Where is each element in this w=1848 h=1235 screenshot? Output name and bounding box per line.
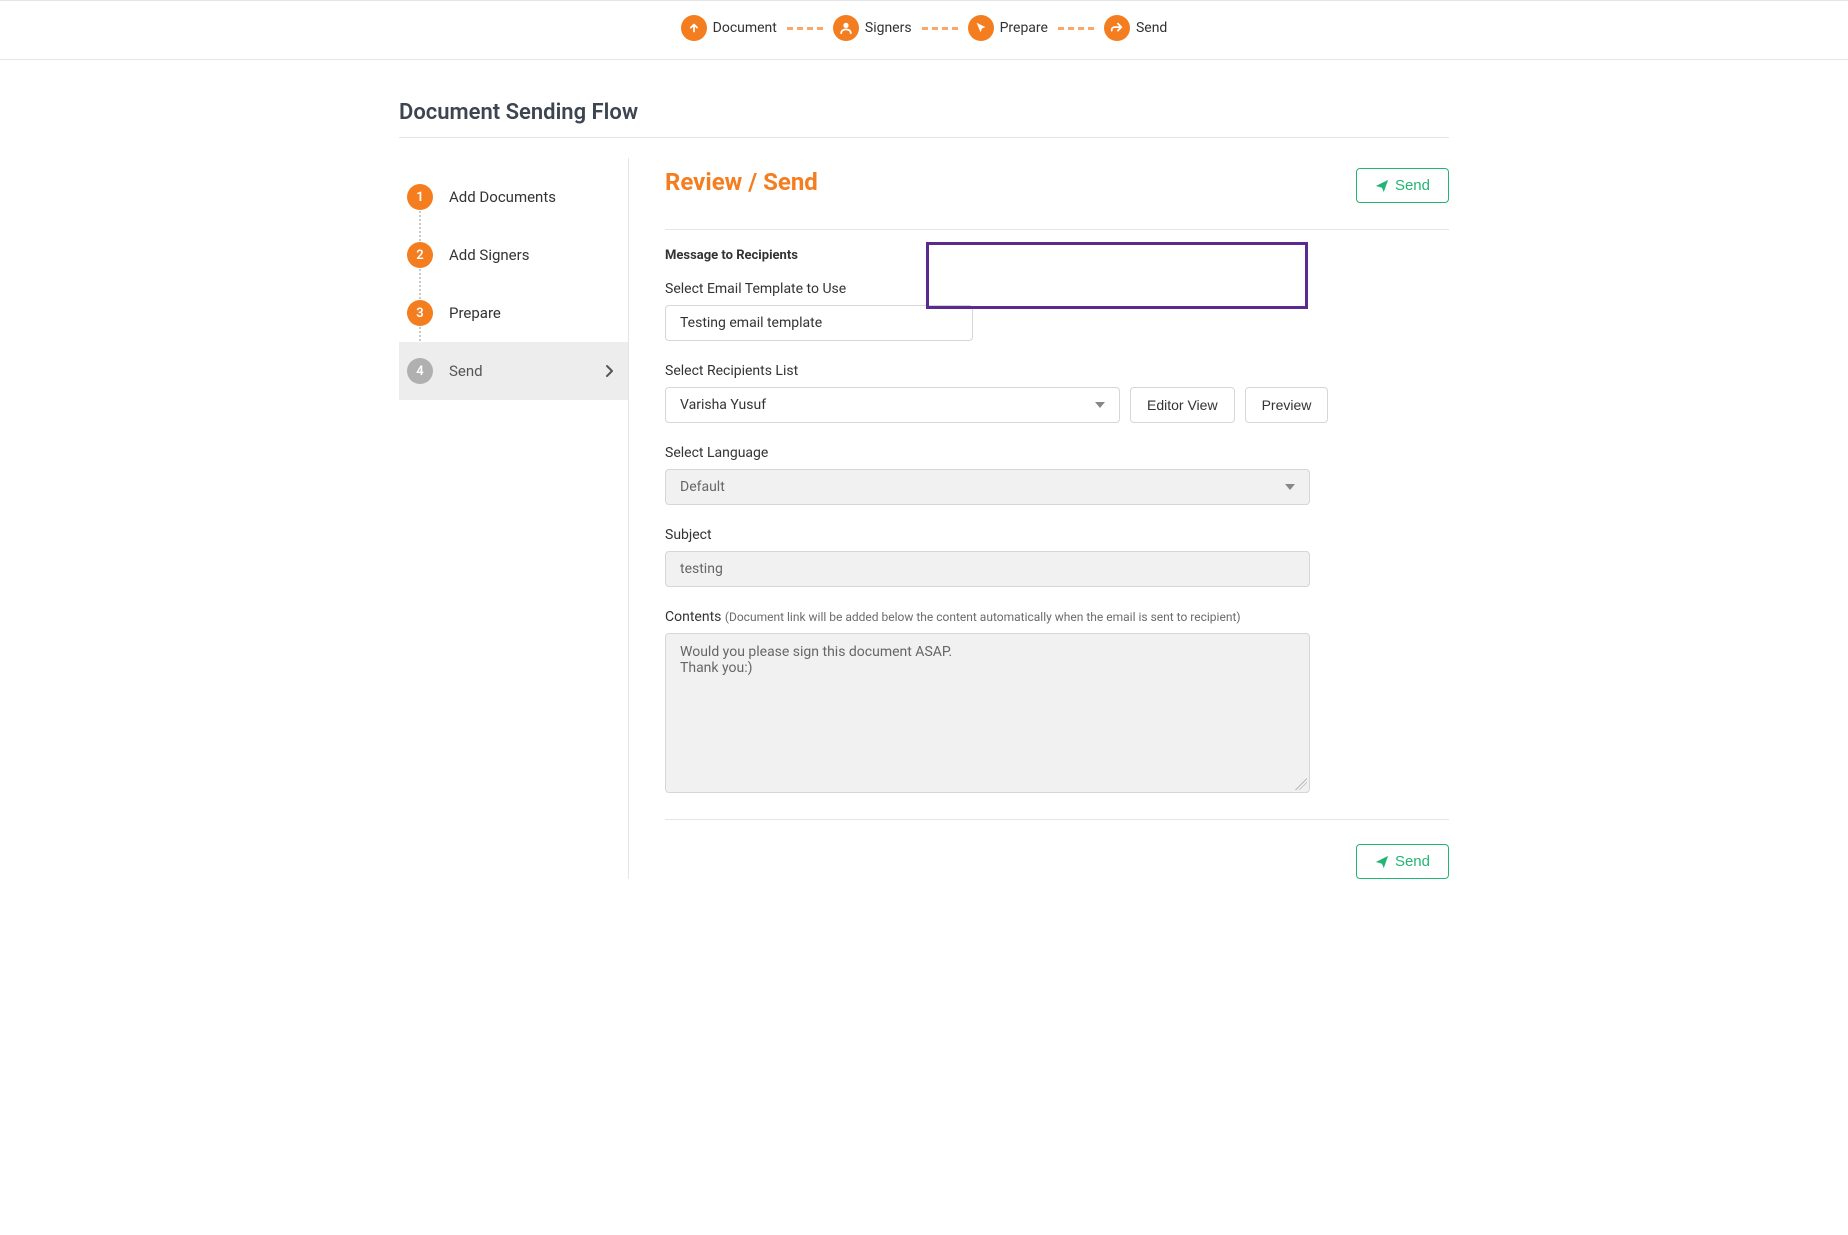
top-stepper: Document Signers Prepare Send [0, 0, 1848, 60]
sidebar-item-label: Add Documents [449, 188, 556, 206]
subject-input[interactable]: testing [665, 551, 1310, 587]
send-button-bottom[interactable]: Send [1356, 844, 1449, 879]
chevron-down-icon [1095, 402, 1105, 408]
recipients-value: Varisha Yusuf [680, 397, 766, 413]
share-icon [1104, 15, 1130, 41]
divider [665, 229, 1449, 230]
language-select[interactable]: Default [665, 469, 1310, 505]
recipients-label: Select Recipients List [665, 363, 1449, 379]
page-title: Document Sending Flow [399, 100, 1449, 125]
sidebar-item-label: Prepare [449, 304, 501, 322]
sidebar-item-prepare[interactable]: 3 Prepare [399, 284, 628, 342]
contents-value: Would you please sign this document ASAP… [680, 644, 952, 676]
divider [665, 819, 1449, 820]
cursor-icon [968, 15, 994, 41]
topstep-send[interactable]: Send [1104, 15, 1167, 41]
stepper-connector [922, 27, 958, 30]
stepper-connector [1058, 27, 1094, 30]
contents-label: Contents (Document link will be added be… [665, 609, 1449, 625]
send-button-label: Send [1395, 177, 1430, 194]
sidebar-item-label: Add Signers [449, 246, 529, 264]
send-button[interactable]: Send [1356, 168, 1449, 203]
paper-plane-icon [1375, 855, 1389, 869]
chevron-down-icon [1285, 484, 1295, 490]
paper-plane-icon [1375, 179, 1389, 193]
template-input[interactable]: Testing email template [665, 305, 973, 341]
step-number: 1 [407, 184, 433, 210]
topstep-label: Signers [865, 20, 912, 36]
topstep-label: Prepare [1000, 20, 1048, 36]
section-subtitle: Message to Recipients [665, 248, 1449, 263]
preview-button[interactable]: Preview [1245, 387, 1329, 423]
subject-label: Subject [665, 527, 1449, 543]
person-icon [833, 15, 859, 41]
send-button-label: Send [1395, 853, 1430, 870]
template-label: Select Email Template to Use [665, 281, 1449, 297]
contents-hint: (Document link will be added below the c… [725, 610, 1241, 624]
step-number: 2 [407, 242, 433, 268]
editor-view-button[interactable]: Editor View [1130, 387, 1235, 423]
sidebar-item-add-signers[interactable]: 2 Add Signers [399, 226, 628, 284]
topstep-label: Send [1136, 20, 1167, 36]
sidebar-item-label: Send [449, 362, 483, 380]
main-panel: Review / Send Send Message to Recipients… [629, 158, 1449, 879]
sidebar-item-send[interactable]: 4 Send [399, 342, 628, 400]
topstep-document[interactable]: Document [681, 15, 777, 41]
topstep-label: Document [713, 20, 777, 36]
step-number: 4 [407, 358, 433, 384]
upload-icon [681, 15, 707, 41]
stepper-connector [787, 27, 823, 30]
chevron-right-icon [605, 364, 614, 378]
sidebar-item-add-documents[interactable]: 1 Add Documents [399, 168, 628, 226]
subject-value: testing [680, 561, 723, 577]
recipients-select[interactable]: Varisha Yusuf [665, 387, 1120, 423]
section-title: Review / Send [665, 168, 818, 196]
language-value: Default [680, 479, 725, 495]
contents-label-text: Contents [665, 609, 725, 625]
template-value: Testing email template [680, 315, 822, 331]
step-number: 3 [407, 300, 433, 326]
divider [399, 137, 1449, 138]
language-label: Select Language [665, 445, 1449, 461]
sidebar-stepper: 1 Add Documents 2 Add Signers 3 Prepare … [399, 158, 629, 879]
topstep-prepare[interactable]: Prepare [968, 15, 1048, 41]
topstep-signers[interactable]: Signers [833, 15, 912, 41]
contents-textarea[interactable]: Would you please sign this document ASAP… [665, 633, 1310, 793]
